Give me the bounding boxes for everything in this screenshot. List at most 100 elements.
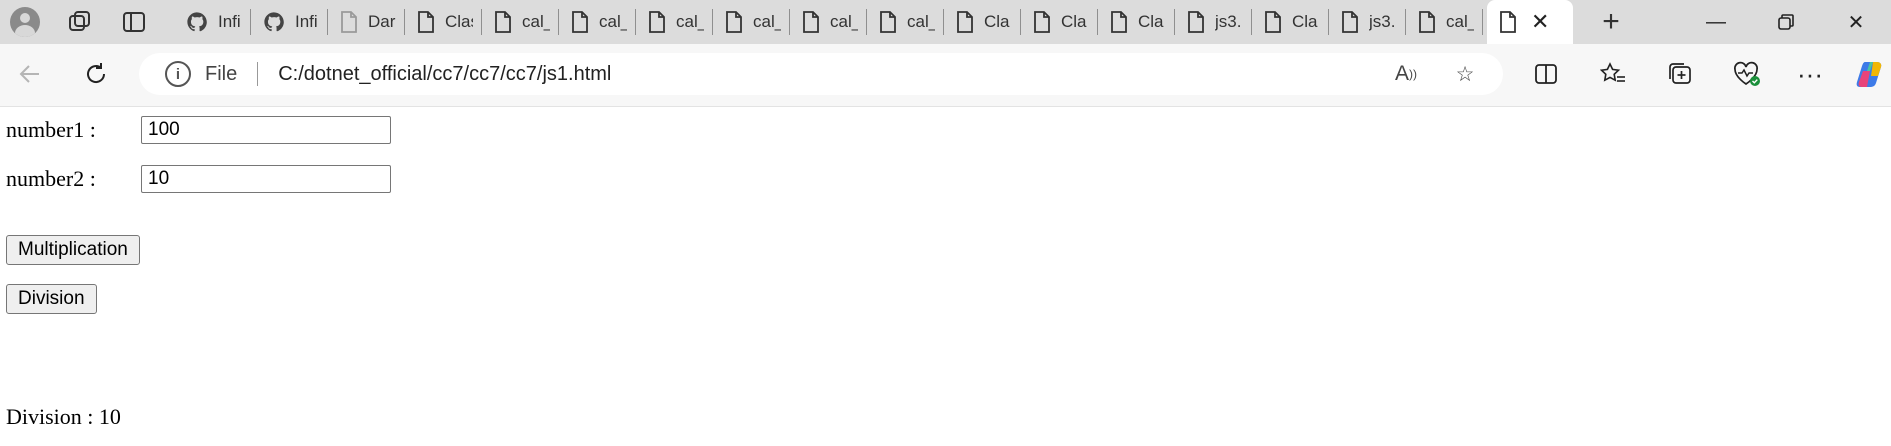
file-icon	[1188, 11, 1204, 33]
file-icon	[726, 11, 742, 33]
address-bar[interactable]: i File C:/dotnet_official/cc7/cc7/cc7/js…	[139, 53, 1503, 95]
tab-12[interactable]: Cla	[1098, 0, 1175, 44]
tab-label: Infi	[295, 12, 318, 31]
tab-4[interactable]: cal_	[482, 0, 559, 44]
tab-label: cal_	[1446, 12, 1474, 31]
back-arrow-icon	[19, 65, 39, 83]
tab-14[interactable]: Cla	[1252, 0, 1329, 44]
multiplication-button[interactable]: Multiplication	[6, 235, 140, 265]
github-icon	[264, 12, 284, 32]
tab-label: Infi	[218, 12, 241, 31]
tab-label: Cla	[1292, 12, 1318, 31]
close-window-button[interactable]: ✕	[1821, 0, 1891, 44]
file-icon	[418, 11, 434, 33]
workspaces-icon	[69, 11, 90, 31]
tab-label: cal_	[522, 12, 550, 31]
file-icon	[803, 11, 819, 33]
more-options-button[interactable]: ···	[1788, 52, 1832, 96]
tab-6[interactable]: cal_	[636, 0, 713, 44]
copilot-icon	[1856, 62, 1882, 87]
file-icon	[649, 11, 665, 33]
division-button[interactable]: Division	[6, 284, 97, 314]
scheme-label: File	[205, 62, 238, 85]
restore-icon	[1778, 14, 1794, 30]
file-icon	[1265, 11, 1281, 33]
tab-actions-button[interactable]	[112, 0, 156, 44]
tab-0[interactable]: Infi	[174, 0, 251, 44]
tab-label: Cla	[1138, 12, 1164, 31]
profile-button[interactable]	[0, 0, 44, 44]
collections-icon	[1669, 63, 1691, 84]
minimize-button[interactable]: —	[1681, 0, 1751, 44]
tab-label: Cla	[1061, 12, 1087, 31]
file-icon	[957, 11, 973, 33]
number1-label: number1 :	[6, 117, 96, 142]
url-text[interactable]: C:/dotnet_official/cc7/cc7/cc7/js1.html	[278, 63, 611, 86]
info-icon[interactable]: i	[165, 61, 191, 87]
tab-7[interactable]: cal_	[713, 0, 790, 44]
tab-label: Cla	[984, 12, 1010, 31]
tab-list: Infi Infi Dar Clas cal_ cal_ cal_ cal_ cal_ cal_ C…	[174, 0, 1483, 44]
file-icon	[572, 11, 588, 33]
tab-10[interactable]: Cla	[944, 0, 1021, 44]
tab-label: js3.	[1369, 12, 1396, 31]
refresh-button[interactable]	[74, 52, 118, 96]
restore-button[interactable]	[1751, 0, 1821, 44]
tab-label: cal_	[599, 12, 627, 31]
favorites-button[interactable]	[1591, 52, 1635, 96]
read-aloud-icon[interactable]: A))	[1393, 61, 1419, 87]
tab-label: Dar	[368, 12, 396, 31]
number2-label: number2 :	[6, 166, 96, 191]
tab-11[interactable]: Cla	[1021, 0, 1098, 44]
tab-label: cal_	[830, 12, 858, 31]
github-icon	[187, 12, 207, 32]
collections-button[interactable]	[1658, 52, 1702, 96]
tab-9[interactable]: cal_	[867, 0, 944, 44]
file-icon	[495, 11, 511, 33]
workspaces-button[interactable]	[58, 0, 102, 44]
number1-input[interactable]	[141, 116, 391, 144]
tab-label: js3.	[1215, 12, 1242, 31]
tab-active[interactable]: ✕	[1487, 0, 1573, 44]
result-text: Division : 10	[6, 404, 121, 429]
tab-5[interactable]: cal_	[559, 0, 636, 44]
file-icon	[880, 11, 896, 33]
new-tab-button[interactable]: +	[1583, 0, 1639, 44]
tab-13[interactable]: js3.	[1175, 0, 1252, 44]
avatar-icon	[10, 7, 40, 37]
file-icon	[1419, 11, 1435, 33]
favorite-star-icon[interactable]: ☆	[1452, 61, 1478, 87]
browser-essentials-button[interactable]	[1725, 52, 1769, 96]
file-icon	[1111, 11, 1127, 33]
split-screen-icon	[1535, 64, 1557, 84]
tab-16[interactable]: cal_	[1406, 0, 1483, 44]
tab-label: cal_	[907, 12, 935, 31]
file-icon	[1342, 11, 1358, 33]
file-icon	[1034, 11, 1050, 33]
tab-separator	[1482, 9, 1483, 35]
close-tab-icon[interactable]: ✕	[1531, 9, 1549, 35]
split-screen-button[interactable]	[1524, 52, 1568, 96]
page-content: number1 : number2 : Multiplication Divis…	[0, 107, 1891, 446]
number2-input[interactable]	[141, 165, 391, 193]
tab-1[interactable]: Infi	[251, 0, 328, 44]
tab-3[interactable]: Clas	[405, 0, 482, 44]
file-icon	[1500, 11, 1516, 33]
heart-pulse-icon	[1734, 61, 1760, 86]
tab-strip: Infi Infi Dar Clas cal_ cal_ cal_ cal_ cal_ cal_ C…	[0, 0, 1891, 44]
tab-label: cal_	[676, 12, 704, 31]
tab-label: Clas	[445, 12, 473, 31]
tab-8[interactable]: cal_	[790, 0, 867, 44]
browser-toolbar: i File C:/dotnet_official/cc7/cc7/cc7/js…	[0, 44, 1891, 107]
refresh-icon	[87, 63, 106, 83]
vertical-tabs-icon	[123, 12, 145, 32]
back-button[interactable]	[8, 52, 52, 96]
window-controls: — ✕	[1681, 0, 1891, 44]
tab-15[interactable]: js3.	[1329, 0, 1406, 44]
tab-2[interactable]: Dar	[328, 0, 405, 44]
file-icon	[341, 11, 357, 33]
copilot-button[interactable]	[1848, 52, 1891, 96]
tab-label: cal_	[753, 12, 781, 31]
address-divider	[257, 62, 259, 86]
favorites-icon	[1600, 62, 1625, 82]
